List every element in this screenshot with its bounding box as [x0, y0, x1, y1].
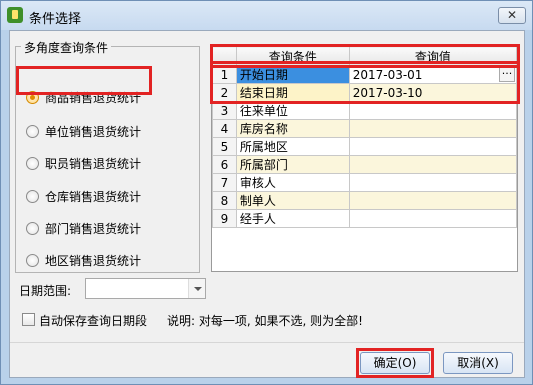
radio-department-return-stats[interactable]: 部门销售退货统计	[26, 217, 141, 239]
close-button[interactable]: ✕	[498, 7, 526, 24]
condition-cell[interactable]: 所属部门	[235, 155, 350, 174]
row-number: 6	[212, 155, 237, 174]
radio-label: 地区销售退货统计	[45, 253, 142, 268]
dialog-title: 条件选择	[29, 12, 82, 27]
radio-label: 仓库销售退货统计	[45, 189, 142, 204]
dialog-body: 多角度查询条件 商品销售退货统计 单位销售退货统计 职员销售退货统计 仓库销售退…	[9, 30, 525, 378]
app-icon	[7, 7, 23, 23]
table-row[interactable]: 3 往来单位	[212, 101, 518, 120]
row-number: 9	[212, 209, 237, 228]
table-row[interactable]: 7 审核人	[212, 173, 518, 192]
row-number: 5	[212, 137, 237, 156]
value-cell[interactable]	[348, 209, 518, 228]
radio-label: 部门销售退货统计	[45, 221, 142, 236]
condition-cell[interactable]: 经手人	[235, 209, 350, 228]
value-cell[interactable]	[348, 119, 518, 138]
autosave-checkbox[interactable]	[22, 313, 35, 326]
radio-dot-icon	[26, 156, 39, 170]
highlight-box-selected-option	[16, 66, 152, 95]
highlight-box-date-rows	[210, 61, 520, 104]
value-cell[interactable]	[348, 101, 518, 120]
radio-region-return-stats[interactable]: 地区销售退货统计	[26, 249, 141, 271]
condition-cell[interactable]: 审核人	[235, 173, 350, 192]
condition-cell[interactable]: 库房名称	[235, 119, 350, 138]
radio-dot-icon	[26, 189, 39, 203]
radio-staff-return-stats[interactable]: 职员销售退货统计	[26, 152, 141, 174]
radio-label: 单位销售退货统计	[45, 124, 142, 139]
group-title: 多角度查询条件	[21, 39, 112, 56]
radio-dot-icon	[26, 124, 39, 138]
table-row[interactable]: 5 所属地区	[212, 137, 518, 156]
table-row[interactable]: 4 库房名称	[212, 119, 518, 138]
divider	[10, 342, 524, 343]
cancel-button[interactable]: 取消(X)	[443, 352, 513, 374]
table-row[interactable]: 8 制单人	[212, 191, 518, 210]
ok-button[interactable]: 确定(O)	[360, 352, 430, 374]
condition-dialog: 条件选择 ✕ 多角度查询条件 商品销售退货统计 单位销售退货统计 职员销售退货统…	[0, 0, 533, 385]
row-number: 8	[212, 191, 237, 210]
table-row[interactable]: 9 经手人	[212, 209, 518, 228]
row-number: 7	[212, 173, 237, 192]
radio-label: 职员销售退货统计	[45, 156, 142, 171]
value-cell[interactable]	[348, 155, 518, 174]
value-cell[interactable]	[348, 191, 518, 210]
radio-dot-icon	[26, 253, 39, 267]
date-range-label: 日期范围:	[19, 284, 72, 298]
autosave-label[interactable]: 自动保存查询日期段	[39, 312, 147, 329]
title-bar[interactable]: 条件选择 ✕	[1, 1, 532, 30]
row-number: 4	[212, 119, 237, 138]
chevron-down-icon[interactable]	[188, 279, 205, 298]
radio-warehouse-return-stats[interactable]: 仓库销售退货统计	[26, 185, 141, 207]
condition-cell[interactable]: 往来单位	[235, 101, 350, 120]
table-row[interactable]: 6 所属部门	[212, 155, 518, 174]
radio-unit-return-stats[interactable]: 单位销售退货统计	[26, 120, 141, 142]
date-range-select[interactable]	[85, 278, 206, 299]
value-cell[interactable]	[348, 173, 518, 192]
value-cell[interactable]	[348, 137, 518, 156]
radio-dot-icon	[26, 221, 39, 235]
hint-text: 说明: 对每一项, 如果不选, 则为全部!	[167, 314, 363, 328]
condition-cell[interactable]: 所属地区	[235, 137, 350, 156]
condition-cell[interactable]: 制单人	[235, 191, 350, 210]
row-number: 3	[212, 101, 237, 120]
